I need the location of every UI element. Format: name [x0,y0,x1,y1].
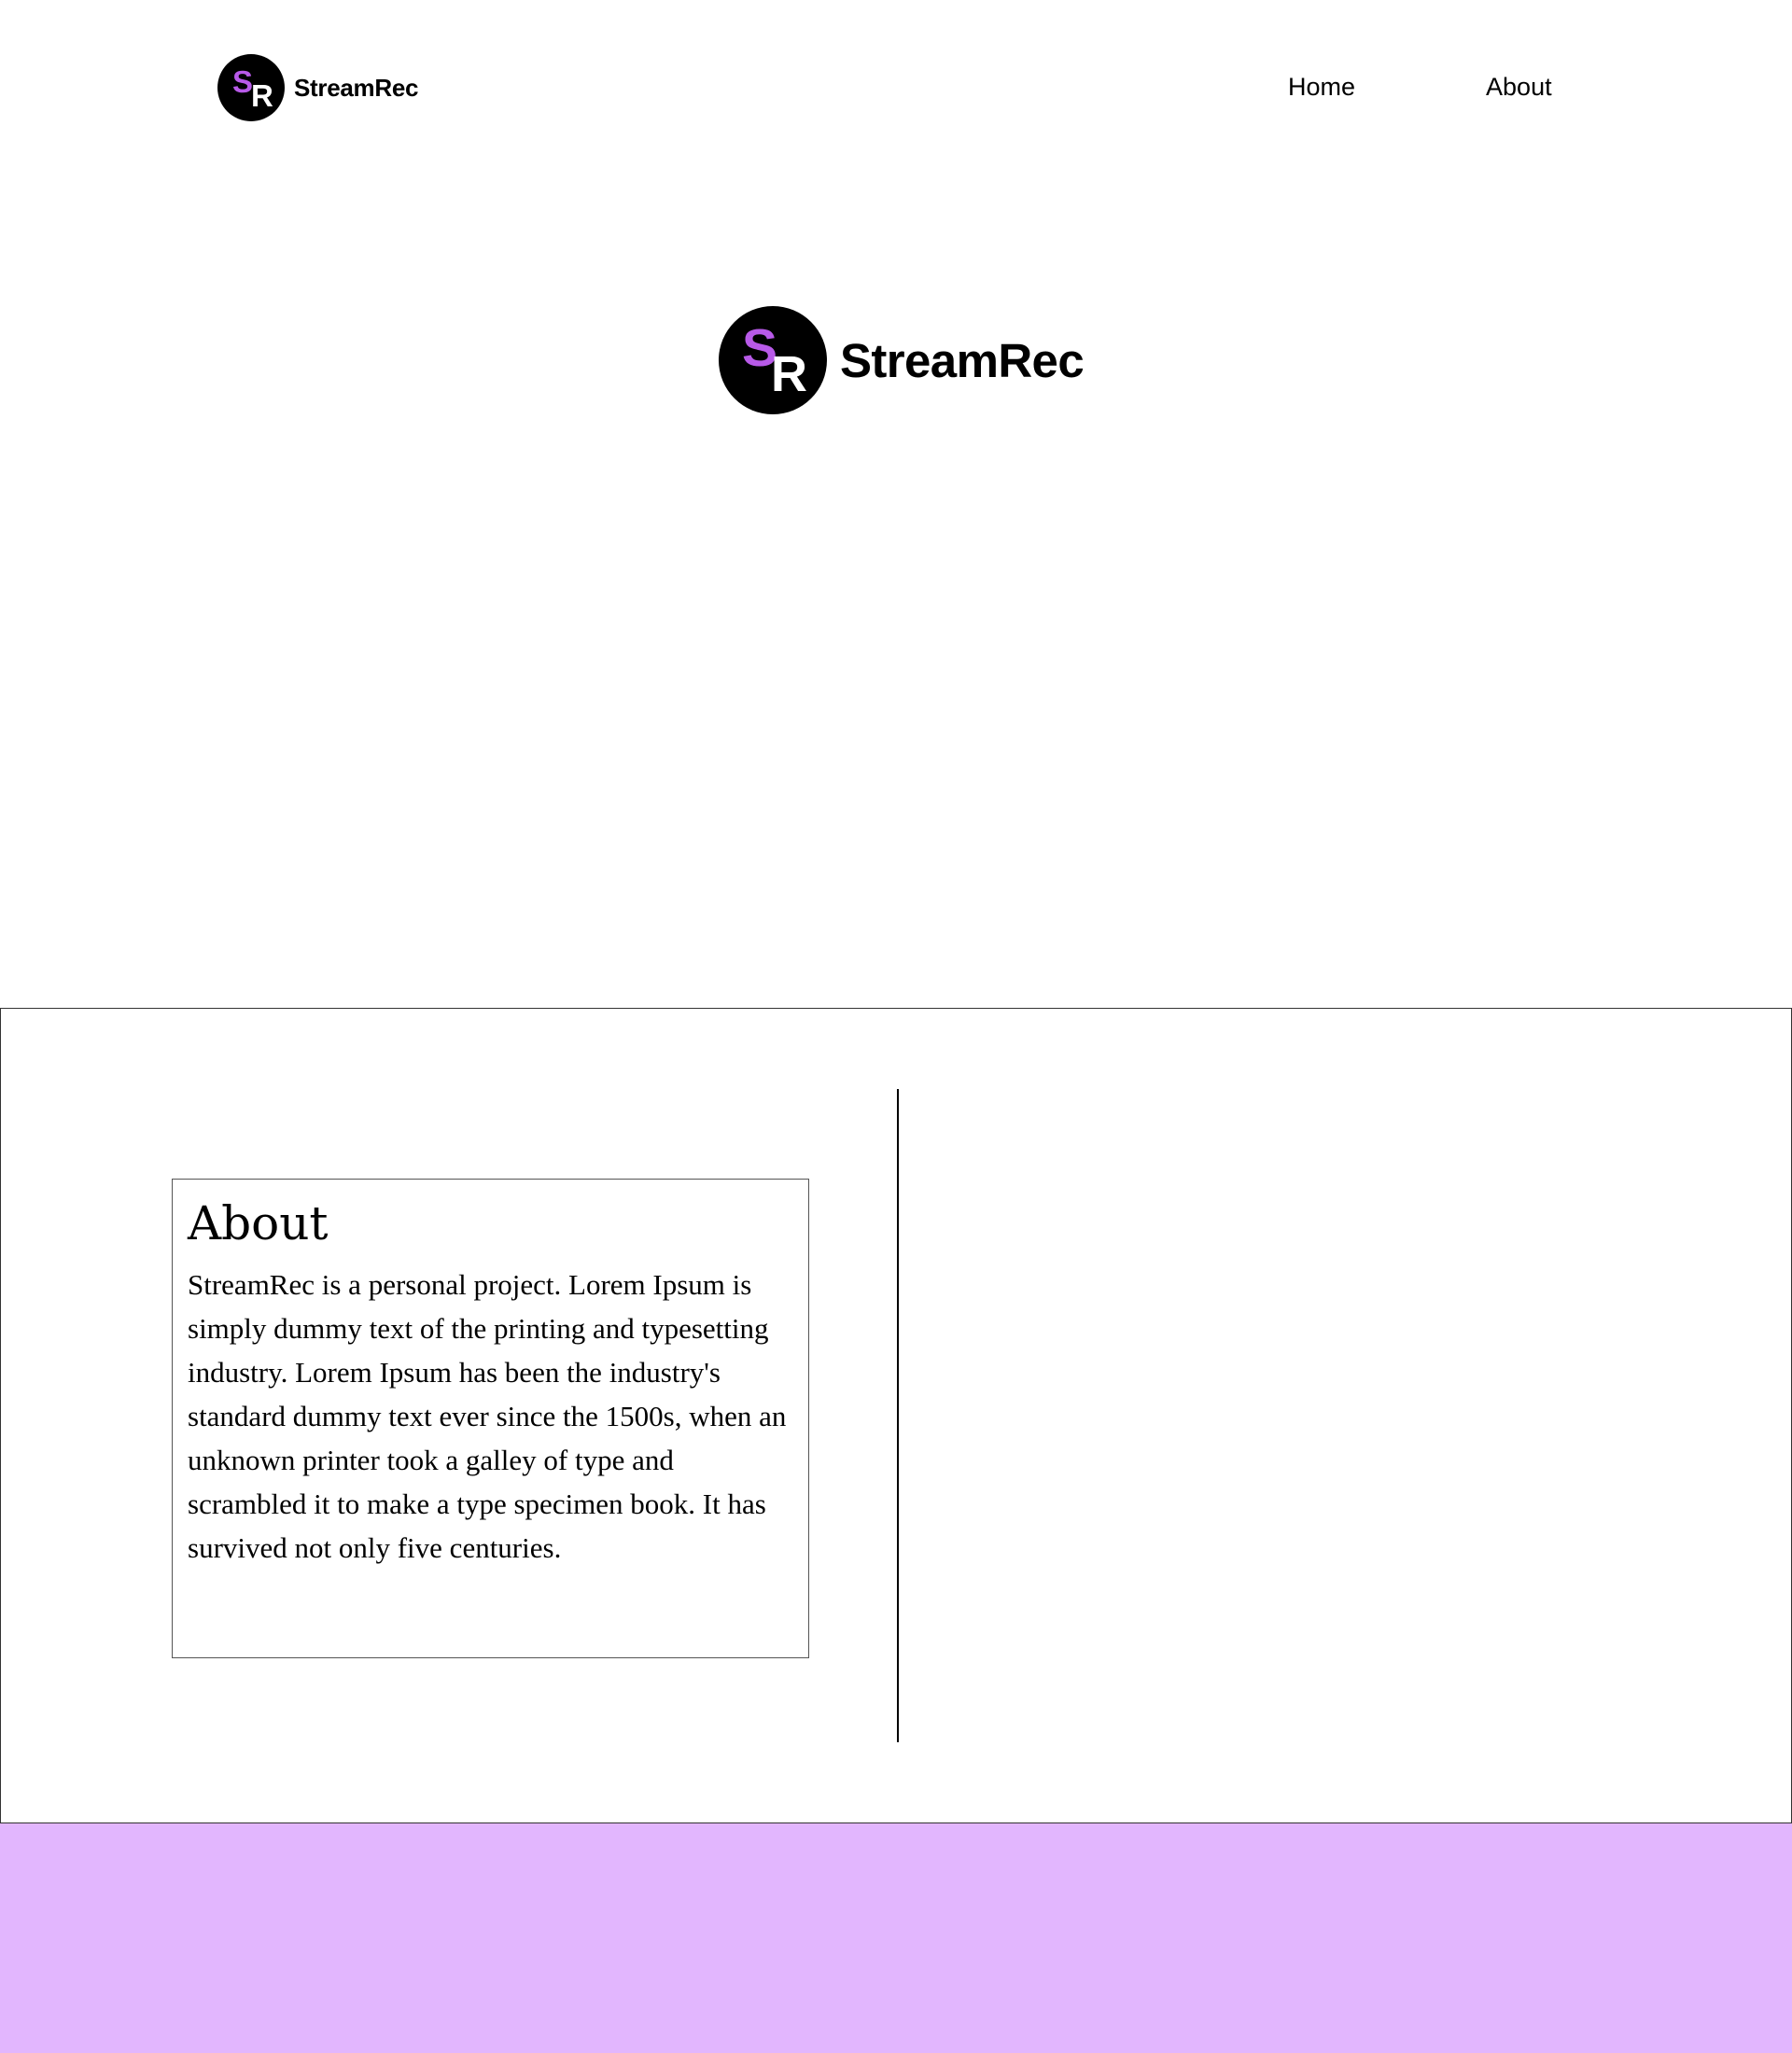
streamrec-logo-large-icon: S R [719,306,827,414]
nav-menu: Home About [1288,73,1552,102]
vertical-divider [897,1089,899,1742]
about-body: StreamRec is a personal project. Lorem I… [188,1268,787,1564]
nav-link-about[interactable]: About [1486,73,1552,102]
footer [0,1823,1792,2053]
about-card: About StreamRec is a personal project. L… [172,1179,809,1658]
brand-logo-link[interactable]: S R StreamRec [217,53,418,122]
logo-letter-r: R [251,78,273,113]
about-title: About [188,1196,329,1250]
hero-title: StreamRec [840,333,1085,387]
streamrec-logo-icon: S R [217,54,285,121]
nav-link-home[interactable]: Home [1288,73,1355,102]
logo-letter-s: S [232,64,254,99]
about-section: About StreamRec is a personal project. L… [0,1008,1792,1823]
logo-letter-r: R [771,346,807,402]
navbar: S R StreamRec Home About [0,0,1792,177]
hero-logo: S R StreamRec [719,306,1085,414]
brand-name: StreamRec [294,73,419,102]
